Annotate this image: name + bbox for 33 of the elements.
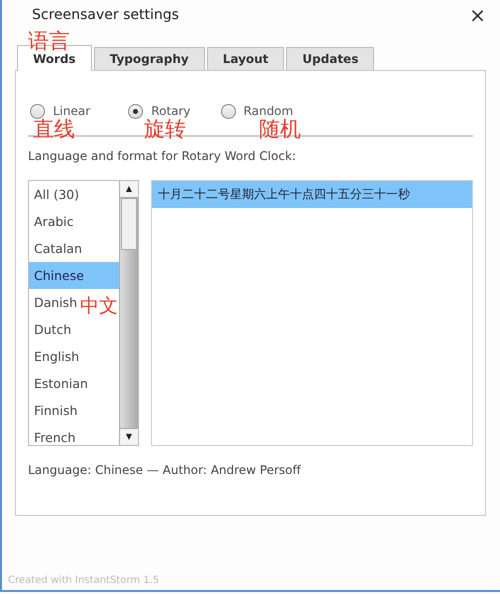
list-item[interactable]: English: [34, 343, 80, 370]
annotation-label: 随机: [259, 119, 301, 140]
list-item[interactable]: Catalan: [34, 235, 82, 262]
credit-text: Created with InstantStorm 1.5: [8, 575, 160, 586]
list-item[interactable]: Dutch: [34, 316, 72, 343]
window-title: Screensaver settings: [32, 7, 180, 23]
radio-label[interactable]: Random: [244, 104, 294, 118]
radio-button[interactable]: [30, 104, 45, 118]
list-item[interactable]: Finnish: [34, 397, 78, 424]
tab[interactable]: Typography: [94, 47, 205, 70]
annotation-label: 直线: [33, 119, 75, 140]
radio-button[interactable]: [128, 104, 144, 118]
list-item[interactable]: Danish: [34, 289, 78, 316]
list-item[interactable]: Arabic: [34, 208, 74, 235]
annotation-label: 旋转: [144, 119, 186, 140]
annotation-label: 中文: [80, 297, 118, 316]
list-item[interactable]: Estonian: [34, 370, 88, 397]
list-item[interactable]: All (30): [34, 181, 80, 208]
list-item[interactable]: 十月二十二号星期六上午十点四十五分三十一秒: [152, 181, 472, 208]
radio-label[interactable]: Rotary: [151, 104, 191, 118]
scroll-down-button[interactable]: ▼: [120, 428, 138, 445]
scrollbar[interactable]: ▲ ▼: [119, 181, 138, 445]
section-label: Language and format for Rotary Word Clock:: [28, 149, 297, 163]
scroll-up-button[interactable]: ▲: [120, 181, 138, 198]
list-item[interactable]: French: [34, 424, 76, 445]
tab[interactable]: Updates: [286, 47, 374, 70]
list-item[interactable]: Chinese: [29, 262, 119, 289]
radio-button[interactable]: [220, 104, 236, 118]
tab[interactable]: Layout: [206, 47, 284, 70]
scroll-thumb[interactable]: [121, 198, 137, 250]
close-button[interactable]: ×: [455, 5, 500, 25]
radio-label[interactable]: Linear: [53, 104, 90, 118]
status-text: Language: Chinese — Author: Andrew Persoff: [28, 463, 302, 477]
